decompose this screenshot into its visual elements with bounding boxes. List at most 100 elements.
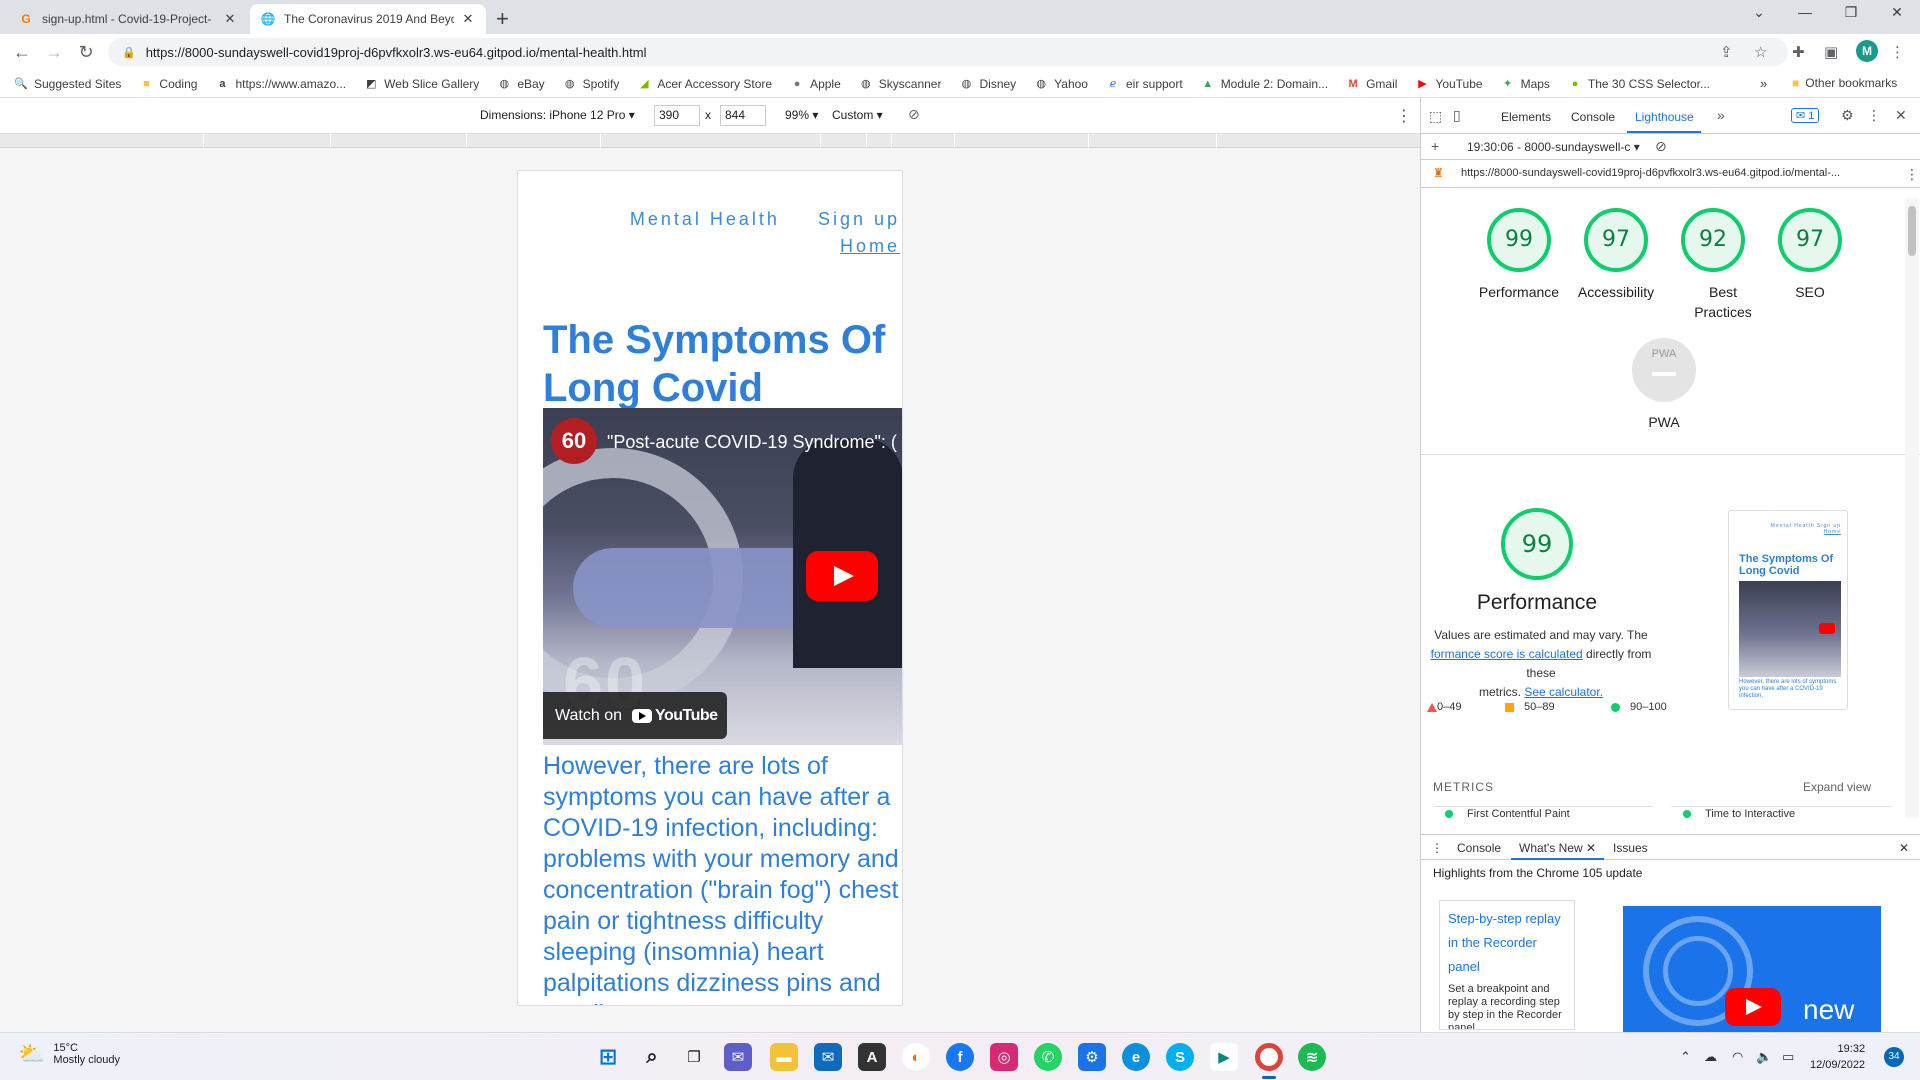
url-text[interactable]: https://8000-sundayswell-covid19proj-d6p…: [146, 45, 647, 60]
bookmarks-overflow-button[interactable]: »: [1760, 76, 1767, 91]
close-window-button[interactable]: ✕: [1874, 4, 1920, 21]
inspect-icon[interactable]: ⬚: [1429, 108, 1442, 125]
device-toggle-icon[interactable]: ▯: [1453, 107, 1461, 124]
final-screenshot[interactable]: Mental Health Sign up Home The Symptoms O…: [1728, 510, 1848, 710]
bookmark-amazon[interactable]: a https://www.amazo...: [215, 77, 346, 91]
back-icon[interactable]: ←: [10, 42, 34, 63]
youtube-embed[interactable]: 60 "Post-acute COVID-19 Syndrome": ( 60 …: [543, 408, 902, 745]
bookmark-css-selectors[interactable]: ● The 30 CSS Selector...: [1568, 77, 1710, 91]
extensions-icon[interactable]: ✚: [1792, 43, 1805, 61]
search-icon[interactable]: ⌕: [638, 1043, 666, 1071]
bookmark-acer[interactable]: ◢ Acer Accessory Store: [637, 77, 772, 91]
height-input[interactable]: 844: [720, 105, 766, 126]
card-title[interactable]: Step-by-step replay in the Recorder pane…: [1448, 907, 1566, 979]
channel-logo[interactable]: 60: [551, 418, 597, 464]
play-icon[interactable]: [806, 551, 878, 601]
task-view-icon[interactable]: ❐: [680, 1043, 708, 1071]
score-performance[interactable]: 99: [1487, 208, 1551, 272]
tab-elements[interactable]: Elements: [1501, 110, 1551, 124]
onedrive-icon[interactable]: ☁: [1704, 1049, 1717, 1065]
video-title[interactable]: "Post-acute COVID-19 Syndrome": (: [607, 432, 897, 453]
drawer-tab-whats-new[interactable]: What's New ✕: [1511, 835, 1605, 860]
bookmark-skyscanner[interactable]: ◍ Skyscanner: [859, 77, 942, 91]
bookmark-yahoo[interactable]: ◍ Yahoo: [1034, 77, 1088, 91]
share-icon[interactable]: ⇪: [1720, 43, 1733, 61]
tab-sign-up[interactable]: G sign-up.html - Covid-19-Project- ✕: [8, 4, 248, 34]
weather-widget[interactable]: ⛅ 15°C Mostly cloudy: [18, 1041, 120, 1067]
settings-icon[interactable]: ⚙: [1841, 107, 1854, 124]
volume-icon[interactable]: 🔈: [1756, 1049, 1772, 1065]
drawer-menu-icon[interactable]: ⋮: [1431, 841, 1443, 855]
tab-search-icon[interactable]: ⌄: [1736, 4, 1782, 21]
issues-badge[interactable]: ✉ 1: [1791, 108, 1820, 123]
bookmark-spotify[interactable]: ◍ Spotify: [563, 77, 620, 91]
bookmark-eir[interactable]: ℯ eir support: [1106, 77, 1183, 91]
bookmark-star-icon[interactable]: ☆: [1754, 43, 1767, 61]
bookmark-suggested-sites[interactable]: 🔍 Suggested Sites: [14, 77, 121, 91]
expand-view-toggle[interactable]: Expand view: [1803, 780, 1871, 794]
bookmark-maps[interactable]: ✦ Maps: [1501, 77, 1550, 91]
whatsapp-icon[interactable]: ✆: [1034, 1043, 1062, 1071]
see-calculator-link[interactable]: See calculator.: [1524, 685, 1603, 699]
score-seo[interactable]: 97: [1778, 208, 1842, 272]
fastlane-icon[interactable]: ◐: [902, 1043, 930, 1071]
new-tab-button[interactable]: +: [496, 6, 509, 32]
new-report-icon[interactable]: +: [1431, 138, 1439, 154]
clock[interactable]: 19:32 12/09/2022: [1810, 1041, 1865, 1073]
tab-coronavirus[interactable]: 🌐 The Coronavirus 2019 And Beyon ✕: [250, 4, 486, 34]
other-bookmarks[interactable]: ■ Other bookmarks: [1792, 76, 1897, 90]
terminal-icon[interactable]: A: [858, 1043, 886, 1071]
bookmark-youtube[interactable]: ▶ YouTube: [1415, 77, 1482, 91]
close-devtools-icon[interactable]: ✕: [1895, 107, 1907, 124]
more-tabs-icon[interactable]: »: [1717, 107, 1725, 123]
minimize-button[interactable]: —: [1782, 4, 1828, 20]
tab-console[interactable]: Console: [1571, 110, 1615, 124]
wifi-icon[interactable]: ◠: [1732, 1049, 1743, 1065]
reload-icon[interactable]: ↻: [74, 42, 98, 63]
instagram-icon[interactable]: ◎: [990, 1043, 1018, 1071]
nav-sign-up[interactable]: Sign up: [818, 209, 900, 229]
play-icon[interactable]: [1725, 988, 1781, 1026]
chevron-up-icon[interactable]: ⌃: [1680, 1049, 1691, 1065]
side-panel-icon[interactable]: ▣: [1824, 43, 1838, 61]
lock-icon[interactable]: 🔒: [122, 46, 136, 59]
score-accessibility[interactable]: 97: [1584, 208, 1648, 272]
bookmark-coding[interactable]: ■ Coding: [139, 77, 197, 91]
customize-icon[interactable]: ⋮: [1867, 107, 1881, 124]
meet-icon[interactable]: ▶: [1210, 1043, 1238, 1071]
settings-app-icon[interactable]: ⚙: [1078, 1043, 1106, 1071]
address-bar[interactable]: 🔒 https://8000-sundayswell-covid19proj-d…: [108, 38, 1788, 66]
report-menu-icon[interactable]: ⋮: [1905, 166, 1919, 183]
clear-icon[interactable]: ⊘: [1655, 138, 1667, 155]
facebook-icon[interactable]: f: [946, 1043, 974, 1071]
notification-badge[interactable]: 34: [1884, 1047, 1904, 1067]
bookmark-gmail[interactable]: M Gmail: [1346, 77, 1397, 91]
report-select[interactable]: 19:30:06 - 8000-sundayswell-c ▾: [1467, 140, 1640, 154]
chrome-icon[interactable]: [1255, 1043, 1283, 1071]
report-scrollbar[interactable]: [1905, 198, 1919, 818]
whats-new-card[interactable]: Step-by-step replay in the Recorder pane…: [1439, 900, 1575, 1030]
nav-mental-health[interactable]: Mental Health: [630, 209, 780, 229]
tab-lighthouse[interactable]: Lighthouse: [1635, 110, 1694, 124]
score-best-practices[interactable]: 92: [1681, 208, 1745, 272]
score-pwa[interactable]: PWA: [1632, 338, 1696, 402]
watch-on-youtube-button[interactable]: Watch on YouTube: [543, 692, 727, 739]
battery-icon[interactable]: ▭: [1782, 1049, 1794, 1065]
report-url[interactable]: https://8000-sundayswell-covid19proj-d6p…: [1461, 167, 1840, 179]
close-icon[interactable]: ✕: [222, 11, 238, 27]
throttle-select[interactable]: Custom ▾: [832, 108, 883, 122]
bookmark-ebay[interactable]: ◍ eBay: [497, 77, 545, 91]
file-explorer-icon[interactable]: ▬: [770, 1043, 798, 1071]
more-options-icon[interactable]: ⋮: [1396, 106, 1412, 126]
zoom-select[interactable]: 99% ▾: [785, 108, 818, 122]
dimensions-select[interactable]: Dimensions: iPhone 12 Pro ▾: [480, 108, 635, 122]
close-icon[interactable]: ✕: [460, 11, 476, 27]
rotate-icon[interactable]: ⊘: [908, 106, 920, 123]
whats-new-video[interactable]: new: [1623, 906, 1881, 1032]
close-icon[interactable]: ✕: [1586, 841, 1596, 855]
restore-button[interactable]: ❐: [1828, 4, 1874, 21]
start-icon[interactable]: ⊞: [594, 1043, 622, 1071]
score-calculated-link[interactable]: formance score is calculated: [1431, 647, 1583, 661]
edge-icon[interactable]: e: [1122, 1043, 1150, 1071]
spotify-icon[interactable]: ≋: [1298, 1043, 1326, 1071]
